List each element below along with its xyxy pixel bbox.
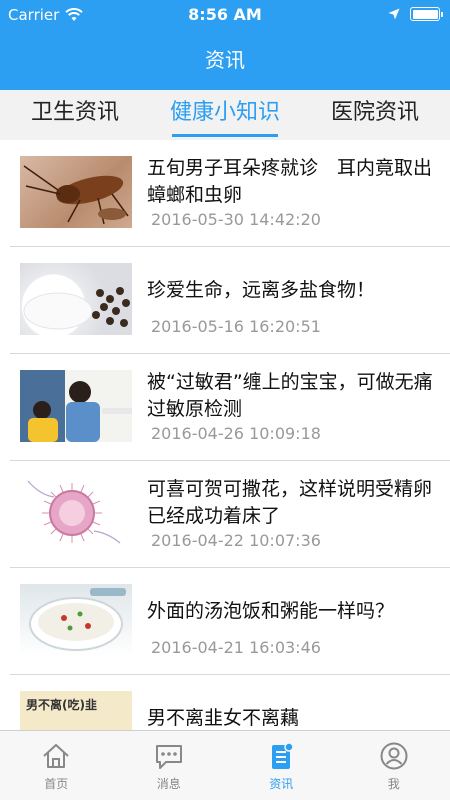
article-list: 五旬男子耳朵疼就诊 耳内竟取出蟑螂和虫卵 2016-05-30 14:42:20…	[0, 140, 450, 730]
tabbar-messages[interactable]: 消息	[113, 731, 226, 800]
news-icon	[272, 742, 294, 769]
article-title: 外面的汤泡饭和粥能一样吗？	[147, 600, 395, 622]
tab-health-news[interactable]: 卫生资讯	[0, 90, 150, 140]
article-title: 五旬男子耳朵疼就诊 耳内竟取出蟑螂和虫卵	[147, 157, 433, 206]
status-time: 8:56 AM	[188, 5, 262, 24]
list-item[interactable]: 可喜可贺可撒花，这样说明受精卵已经成功着床了 2016-04-22 10:07:…	[10, 461, 450, 568]
app-header: Carrier 8:56 AM 资讯	[0, 0, 450, 90]
article-date: 2016-04-21 16:03:46	[151, 638, 321, 657]
status-right	[388, 7, 443, 21]
bottom-tab-bar: 首页 消息 资讯 我	[0, 730, 450, 800]
list-item[interactable]: 男不离(吃)韭 男不离韭女不离藕	[10, 675, 450, 730]
article-date: 2016-04-22 10:07:36	[151, 531, 321, 550]
list-item[interactable]: 珍爱生命，远离多盐食物！ 2016-05-16 16:20:51	[10, 247, 450, 354]
tabbar-news[interactable]: 资讯	[225, 731, 338, 800]
article-date: 2016-04-26 10:09:18	[151, 424, 321, 443]
status-bar: Carrier 8:56 AM	[0, 0, 450, 30]
tabbar-label: 首页	[44, 777, 69, 791]
tab-hospital-news[interactable]: 医院资讯	[300, 90, 450, 140]
tabbar-label: 消息	[156, 777, 181, 791]
home-icon	[43, 744, 69, 768]
cockroach-image	[20, 156, 132, 228]
battery-icon	[410, 7, 443, 21]
location-arrow-icon	[388, 8, 400, 20]
page-title: 资讯	[205, 48, 245, 72]
list-item[interactable]: 被“过敏君”缠上的宝宝，可做无痛过敏原检测 2016-04-26 10:09:1…	[10, 354, 450, 461]
message-icon	[155, 745, 182, 769]
category-tabs: 卫生资讯 健康小知识 医院资讯	[0, 90, 450, 140]
list-item[interactable]: 外面的汤泡饭和粥能一样吗？ 2016-04-21 16:03:46	[10, 568, 450, 675]
salt-pepper-image	[20, 263, 132, 335]
tabbar-home[interactable]: 首页	[0, 731, 113, 800]
list-item[interactable]: 五旬男子耳朵疼就诊 耳内竟取出蟑螂和虫卵 2016-05-30 14:42:20	[10, 140, 450, 247]
article-date: 2016-05-30 14:42:20	[151, 210, 321, 229]
child-allergy-test-image	[20, 370, 132, 442]
article-title: 珍爱生命，远离多盐食物！	[147, 279, 376, 301]
text-graphic-image: 男不离(吃)韭	[20, 691, 132, 730]
tabbar-label: 资讯	[269, 777, 294, 791]
article-title: 被“过敏君”缠上的宝宝，可做无痛过敏原检测	[147, 371, 433, 420]
tabbar-profile[interactable]: 我	[338, 731, 450, 800]
article-date: 2016-05-16 16:20:51	[151, 317, 321, 336]
porridge-bowl-image	[20, 584, 132, 656]
thumb-caption: 男不离(吃)韭	[26, 698, 97, 712]
profile-icon	[380, 742, 408, 770]
article-title: 可喜可贺可撒花，这样说明受精卵已经成功着床了	[147, 478, 433, 527]
tabbar-label: 我	[387, 777, 400, 791]
tab-health-tips[interactable]: 健康小知识	[150, 90, 300, 140]
embryo-image	[20, 477, 132, 549]
article-title: 男不离韭女不离藕	[147, 707, 300, 729]
